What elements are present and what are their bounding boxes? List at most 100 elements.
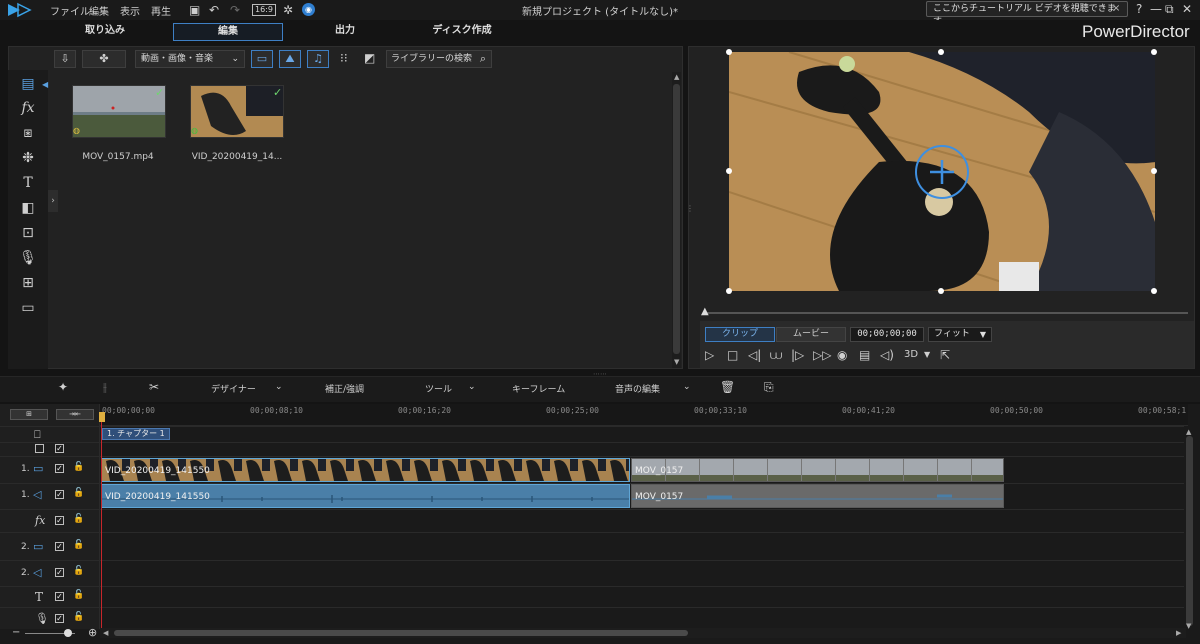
keyframe-button[interactable]: キーフレーム bbox=[512, 382, 565, 395]
track-enable-checkbox[interactable]: ✓ bbox=[55, 516, 64, 525]
tutorial-close-button[interactable]: × bbox=[1112, 2, 1120, 15]
media-thumbnail[interactable] bbox=[190, 85, 284, 138]
pip-room-icon[interactable]: ⧆ bbox=[8, 125, 48, 141]
title-room-icon[interactable]: T bbox=[8, 175, 48, 191]
resize-handle[interactable] bbox=[938, 288, 944, 294]
chapter-track-checkbox[interactable]: ✓ bbox=[55, 444, 64, 453]
subtitle-icon[interactable]: ▤ bbox=[859, 347, 870, 363]
timeline-video-clip[interactable]: MOV_0157 bbox=[631, 458, 1004, 482]
timeline-video-clip[interactable]: VID_20200419_141550 bbox=[101, 458, 630, 482]
prev-frame-icon[interactable]: ◁| bbox=[748, 347, 761, 363]
track-enable-checkbox[interactable]: ✓ bbox=[55, 490, 64, 499]
search-icon[interactable]: ⌕ bbox=[480, 51, 486, 67]
track-enable-checkbox[interactable]: ✓ bbox=[55, 542, 64, 551]
filter-image-button[interactable]: ⛰ bbox=[279, 50, 301, 68]
split-marker-icon[interactable]: ⩊ bbox=[770, 347, 782, 363]
menu-edit[interactable]: 編集 bbox=[89, 3, 109, 18]
fast-forward-icon[interactable]: ▷▷ bbox=[813, 347, 831, 363]
tab-produce[interactable]: 出力 bbox=[290, 23, 400, 41]
particle-room-icon[interactable]: ❉ bbox=[8, 150, 48, 166]
preview-crosshair-icon[interactable] bbox=[914, 144, 970, 200]
3d-dropdown-icon[interactable]: ▼ bbox=[924, 347, 930, 363]
track-enable-checkbox[interactable]: ✓ bbox=[55, 592, 64, 601]
preview-video-frame[interactable] bbox=[729, 52, 1155, 291]
close-button[interactable]: ✕ bbox=[1182, 2, 1192, 16]
timeline-audio-clip[interactable]: MOV_0157 bbox=[631, 484, 1004, 508]
resize-handle[interactable] bbox=[726, 288, 732, 294]
movie-mode-button[interactable]: ムービー bbox=[776, 327, 846, 342]
stop-icon[interactable]: □ bbox=[727, 347, 738, 363]
track-manager-icon[interactable]: ⊞ bbox=[10, 409, 48, 420]
import-media-button[interactable]: ⇩ bbox=[54, 50, 76, 68]
fit-timeline-icon[interactable]: ⇥⇤ bbox=[56, 409, 94, 420]
settings-icon[interactable]: ✲ bbox=[283, 2, 293, 18]
sort-icon[interactable]: ⁝⁝ bbox=[340, 51, 348, 65]
resize-handle[interactable] bbox=[1151, 168, 1157, 174]
timeline-audio-clip[interactable]: VID_20200419_141550 bbox=[101, 484, 630, 508]
menu-play[interactable]: 再生 bbox=[151, 3, 171, 18]
tools-menu[interactable]: ツール bbox=[425, 382, 452, 395]
tab-edit[interactable]: 編集 bbox=[173, 23, 283, 41]
resize-handle[interactable] bbox=[938, 49, 944, 55]
timeline-horizontal-scrollbar[interactable] bbox=[114, 630, 688, 636]
lock-icon[interactable]: 🔓 bbox=[73, 514, 84, 524]
clip-mode-button[interactable]: クリップ bbox=[705, 327, 775, 342]
playhead-marker[interactable] bbox=[99, 412, 105, 422]
lock-icon[interactable]: 🔓 bbox=[73, 612, 84, 622]
splitter-handle-icon[interactable]: ⋮ bbox=[686, 204, 694, 213]
filter-video-button[interactable]: ▭ bbox=[251, 50, 273, 68]
seek-head-icon[interactable]: ▲ bbox=[701, 306, 709, 317]
scroll-up-icon[interactable]: ▲ bbox=[674, 73, 679, 81]
snapshot-icon[interactable]: ◉ bbox=[837, 347, 847, 363]
media-filter-dropdown[interactable]: 動画・画像・音楽 ⌄ bbox=[135, 50, 245, 68]
tutorial-banner[interactable]: ここからチュートリアル ビデオを視聴できます。 × bbox=[926, 1, 1128, 27]
media-thumbnail[interactable] bbox=[72, 85, 166, 138]
filter-audio-button[interactable]: ♫ bbox=[307, 50, 329, 68]
restore-button[interactable]: ⧉ bbox=[1165, 2, 1174, 16]
scroll-up-icon[interactable]: ▲ bbox=[1186, 428, 1191, 436]
help-button[interactable]: ? bbox=[1136, 2, 1142, 16]
chapter-room-icon[interactable]: ⊞ bbox=[8, 275, 48, 291]
audio-edit-menu[interactable]: 音声の編集 bbox=[615, 382, 660, 395]
correction-button[interactable]: 補正/強調 bbox=[325, 382, 364, 395]
undo-icon[interactable]: ↶ bbox=[209, 2, 219, 18]
plugin-button[interactable]: ✤ bbox=[82, 50, 126, 68]
lock-icon[interactable]: 🔓 bbox=[73, 488, 84, 498]
zoom-in-icon[interactable]: ⊕ bbox=[88, 626, 97, 639]
playhead[interactable] bbox=[101, 414, 102, 629]
audio-mix-room-icon[interactable]: ⊡ bbox=[8, 225, 48, 241]
3d-mode-button[interactable]: 3D bbox=[904, 347, 918, 363]
undock-preview-icon[interactable]: ⇱ bbox=[940, 347, 950, 363]
designer-menu[interactable]: デザイナー bbox=[211, 382, 256, 395]
resize-handle[interactable] bbox=[726, 168, 732, 174]
subtitle-room-icon[interactable]: ▭ bbox=[8, 300, 48, 316]
aspect-ratio-selector[interactable]: 16:9 bbox=[252, 4, 276, 16]
track-enable-checkbox[interactable]: ✓ bbox=[55, 464, 64, 473]
minimize-button[interactable]: — bbox=[1150, 2, 1162, 16]
lock-icon[interactable]: 🔓 bbox=[73, 566, 84, 576]
track-enable-checkbox[interactable]: ✓ bbox=[55, 614, 64, 623]
zoom-out-icon[interactable]: − bbox=[12, 627, 20, 638]
tab-capture[interactable]: 取り込み bbox=[50, 23, 160, 41]
menu-file[interactable]: ファイル bbox=[50, 3, 90, 18]
chevron-down-icon[interactable]: ⌄ bbox=[683, 382, 691, 392]
timecode-field[interactable]: 00;00;00;00 bbox=[850, 327, 924, 342]
scroll-right-icon[interactable]: ▶ bbox=[1176, 629, 1181, 637]
scroll-left-icon[interactable]: ◀ bbox=[103, 629, 108, 637]
tab-disc[interactable]: ディスク作成 bbox=[407, 23, 517, 41]
magic-tools-icon[interactable]: ✦ bbox=[58, 380, 68, 394]
split-icon[interactable]: ⫲ bbox=[103, 380, 107, 395]
seek-bar[interactable] bbox=[704, 312, 1188, 314]
chevron-down-icon[interactable]: ⌄ bbox=[468, 382, 476, 392]
lock-icon[interactable]: 🔓 bbox=[73, 462, 84, 472]
library-scrollbar-thumb[interactable] bbox=[673, 84, 680, 354]
track-enable-checkbox[interactable]: ✓ bbox=[55, 568, 64, 577]
expand-panel-button[interactable]: › bbox=[48, 190, 58, 212]
lock-icon[interactable]: 🔓 bbox=[73, 590, 84, 600]
chapter-marker[interactable]: 1. チャプター 1 bbox=[102, 428, 170, 440]
next-frame-icon[interactable]: |▷ bbox=[791, 347, 804, 363]
voiceover-room-icon[interactable]: 🎙 bbox=[8, 250, 48, 266]
timeline-vertical-scrollbar[interactable] bbox=[1186, 436, 1193, 626]
resize-handle[interactable] bbox=[726, 49, 732, 55]
notification-icon[interactable]: ◉ bbox=[302, 3, 315, 16]
